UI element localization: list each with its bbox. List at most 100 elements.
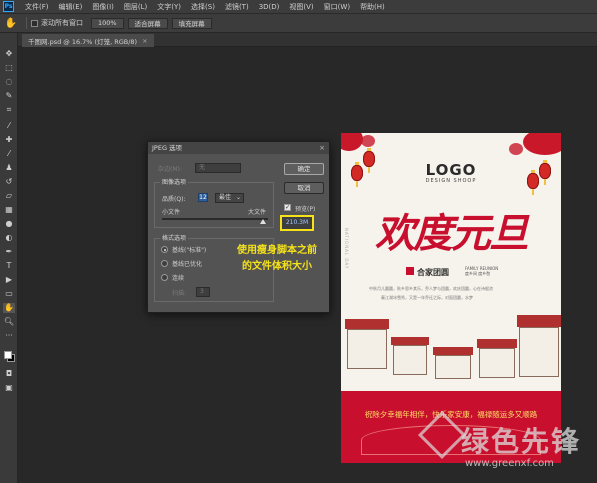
- quality-slider-thumb[interactable]: [259, 219, 266, 224]
- shape-tool-icon[interactable]: ▭: [3, 289, 15, 299]
- poster-houses-illustration: [341, 313, 561, 393]
- lasso-tool-icon[interactable]: ◌: [3, 77, 15, 87]
- seal-icon: [406, 267, 414, 275]
- menu-type[interactable]: 文字(Y): [152, 2, 186, 12]
- screen-mode-icon[interactable]: ▣: [3, 383, 15, 393]
- poster-title: 欢度元旦: [375, 210, 529, 257]
- blossom-decoration: [341, 133, 363, 151]
- matte-select[interactable]: 无: [195, 163, 241, 173]
- roof: [433, 347, 473, 355]
- quality-slider[interactable]: [162, 218, 268, 220]
- baseline-standard-radio[interactable]: [161, 246, 168, 253]
- fill-screen-button[interactable]: 填充屏幕: [171, 17, 212, 29]
- roof: [345, 319, 389, 329]
- format-options-title: 格式选项: [160, 233, 189, 242]
- dodge-tool-icon[interactable]: ◐: [3, 233, 15, 243]
- large-file-label: 大文件: [248, 209, 267, 216]
- small-file-label: 小文件: [162, 209, 181, 216]
- ok-button[interactable]: 确定: [284, 163, 324, 175]
- blur-tool-icon[interactable]: ●: [3, 219, 15, 229]
- zoom-tool-icon[interactable]: 🔍︎: [3, 317, 15, 327]
- menu-view[interactable]: 视图(V): [284, 2, 318, 12]
- preview-checkbox[interactable]: ✓: [284, 204, 291, 211]
- menu-window[interactable]: 窗口(W): [319, 2, 355, 12]
- menu-image[interactable]: 图像(I): [87, 2, 119, 12]
- blossom-decoration: [361, 135, 375, 147]
- menu-bar: Ps 文件(F) 编辑(E) 图像(I) 图层(L) 文字(Y) 选择(S) 滤…: [0, 0, 597, 14]
- quick-mask-icon[interactable]: ◘: [3, 369, 15, 379]
- poster-reunion-en-line: 度乡间 度乡愁: [465, 271, 491, 276]
- clone-stamp-tool-icon[interactable]: ♟: [3, 163, 15, 173]
- chevron-down-icon: ⌄: [235, 194, 241, 201]
- watermark-name: 绿色先锋: [461, 425, 582, 458]
- poster-reunion-en: FAMILY REUNION 度乡间 度乡愁: [465, 266, 498, 276]
- baseline-optimized-label: 基线已优化: [172, 261, 203, 268]
- poster-blessing-line: 秦江湖冰雪秀，又是一年乔迁之际，对面团圆，水梦: [381, 295, 473, 300]
- poster-logo-sub: DESIGN SHOOP: [425, 178, 477, 184]
- watermark-logo-icon: [417, 410, 467, 460]
- progressive-label: 连续: [172, 275, 185, 282]
- matte-label: 杂边(M):: [158, 166, 182, 173]
- preview-label: 预览(P): [295, 206, 316, 213]
- zoom-100-button[interactable]: 100%: [91, 17, 124, 29]
- annotation-text: 使用瘦身脚本之前 的文件体积大小: [216, 243, 338, 275]
- file-size-readout: 210.3M: [280, 215, 314, 231]
- pen-tool-icon[interactable]: ✒: [3, 247, 15, 257]
- blossom-decoration: [509, 143, 523, 155]
- document-tab-bar: 千图网.psd @ 16.7% (灯笼, RGB/8) ×: [18, 33, 597, 47]
- menu-edit[interactable]: 编辑(E): [54, 2, 88, 12]
- move-tool-icon[interactable]: ✥: [3, 49, 15, 59]
- house: [519, 327, 559, 377]
- eyedropper-tool-icon[interactable]: ⁄: [3, 121, 15, 131]
- photoshop-logo-icon[interactable]: Ps: [3, 1, 14, 12]
- menu-file[interactable]: 文件(F): [20, 2, 54, 12]
- image-options-group: [154, 182, 274, 228]
- marquee-tool-icon[interactable]: ⬚: [3, 63, 15, 73]
- cancel-button[interactable]: 取消: [284, 182, 324, 194]
- annotation-line: 的文件体积大小: [242, 261, 312, 272]
- menu-help[interactable]: 帮助(H): [355, 2, 390, 12]
- watermark: 绿色先锋 www.greenxf.com: [417, 410, 597, 482]
- menu-layer[interactable]: 图层(L): [119, 2, 152, 12]
- path-select-tool-icon[interactable]: ▶: [3, 275, 15, 285]
- history-brush-tool-icon[interactable]: ↺: [3, 177, 15, 187]
- menu-3d[interactable]: 3D(D): [254, 3, 285, 11]
- house: [435, 355, 471, 379]
- quality-level-value: 最佳: [219, 194, 232, 201]
- more-tools-icon[interactable]: ···: [3, 331, 15, 341]
- foreground-color-swatch[interactable]: [4, 351, 12, 359]
- quality-label: 品质(Q):: [162, 196, 186, 203]
- scans-label: 扫描:: [172, 290, 187, 297]
- type-tool-icon[interactable]: T: [3, 261, 15, 271]
- annotation-line: 使用瘦身脚本之前: [237, 245, 317, 256]
- brush-tool-icon[interactable]: ⁄: [3, 149, 15, 159]
- quality-level-select[interactable]: 最佳 ⌄: [215, 193, 244, 203]
- roof: [391, 337, 429, 345]
- close-tab-icon[interactable]: ×: [142, 37, 147, 45]
- image-options-title: 图像选项: [160, 177, 189, 186]
- poster-vertical-text: NATIONAL DAY: [344, 228, 349, 270]
- scroll-all-checkbox[interactable]: [31, 19, 38, 27]
- crop-tool-icon[interactable]: ⌗: [3, 105, 15, 115]
- hand-tool-icon[interactable]: ✋: [3, 303, 15, 313]
- baseline-optimized-radio[interactable]: [161, 260, 168, 267]
- menu-filter[interactable]: 滤镜(T): [220, 2, 254, 12]
- progressive-radio[interactable]: [161, 274, 168, 281]
- poster-reunion: 合家团圆: [417, 268, 449, 277]
- scroll-all-label: 滚动所有窗口: [41, 19, 83, 27]
- hand-tool-icon[interactable]: ✋: [0, 18, 22, 29]
- menu-select[interactable]: 选择(S): [186, 2, 220, 12]
- poster-logo: LOGO: [425, 161, 477, 179]
- dialog-close-icon[interactable]: ×: [319, 142, 325, 154]
- toolbox: ✥ ⬚ ◌ ✎ ⌗ ⁄ ✚ ⁄ ♟ ↺ ▱ ▦ ● ◐ ✒ T ▶ ▭ ✋ 🔍︎…: [0, 33, 18, 483]
- eraser-tool-icon[interactable]: ▱: [3, 191, 15, 201]
- watermark-url: www.greenxf.com: [465, 458, 554, 469]
- scans-select[interactable]: 3: [196, 287, 210, 297]
- fit-screen-button[interactable]: 适合屏幕: [127, 17, 168, 29]
- quality-input[interactable]: 12: [198, 193, 208, 202]
- healing-brush-tool-icon[interactable]: ✚: [3, 135, 15, 145]
- document-tab[interactable]: 千图网.psd @ 16.7% (灯笼, RGB/8) ×: [22, 34, 154, 47]
- gradient-tool-icon[interactable]: ▦: [3, 205, 15, 215]
- quick-select-tool-icon[interactable]: ✎: [3, 91, 15, 101]
- divider: [26, 17, 27, 29]
